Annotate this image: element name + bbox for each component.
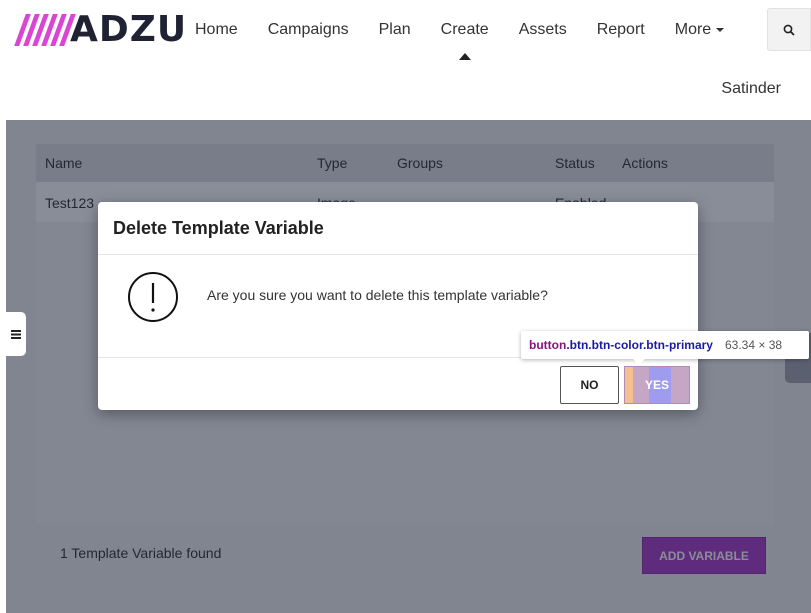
side-panel-toggle[interactable] — [6, 312, 26, 356]
nav-more-label: More — [674, 21, 712, 38]
nav-assets[interactable]: Assets — [519, 19, 567, 41]
main-nav: Home Campaigns Plan Create Assets Report… — [195, 19, 754, 60]
user-menu[interactable]: Satinder — [721, 80, 781, 98]
nav-create[interactable]: Create — [441, 19, 489, 60]
tooltip-size: 63.34 × 38 — [724, 338, 783, 352]
logo-text: ADZU — [70, 9, 188, 50]
search-button[interactable] — [767, 8, 811, 51]
nav-more[interactable]: More — [674, 19, 725, 41]
exclamation-circle-icon — [128, 272, 178, 322]
nav-report[interactable]: Report — [597, 19, 645, 41]
yes-button-label: YES — [644, 378, 669, 392]
modal-header: Delete Template Variable — [98, 202, 698, 255]
yes-button[interactable]: YES — [624, 366, 690, 404]
logo-stripes-icon — [14, 14, 76, 46]
caret-down-icon — [716, 27, 725, 32]
no-button[interactable]: NO — [560, 366, 619, 404]
navbar: ADZU Home Campaigns Plan Create Assets R… — [0, 0, 811, 120]
nav-home[interactable]: Home — [195, 19, 238, 41]
hamburger-icon — [11, 330, 21, 339]
nav-plan[interactable]: Plan — [379, 19, 411, 41]
search-icon — [783, 24, 795, 36]
modal-message: Are you sure you want to delete this tem… — [207, 287, 548, 303]
tooltip-tag: button — [529, 338, 567, 352]
tooltip-classes: .btn.btn-color.btn-primary — [566, 338, 713, 352]
devtools-padding-highlight — [625, 367, 633, 403]
nav-campaigns[interactable]: Campaigns — [268, 19, 349, 41]
devtools-inspect-tooltip: button .btn.btn-color.btn-primary 63.34 ×… — [521, 331, 809, 365]
delete-modal: Delete Template Variable Are you sure yo… — [98, 202, 698, 410]
brand-logo[interactable]: ADZU — [14, 10, 187, 50]
modal-title: Delete Template Variable — [113, 217, 324, 238]
